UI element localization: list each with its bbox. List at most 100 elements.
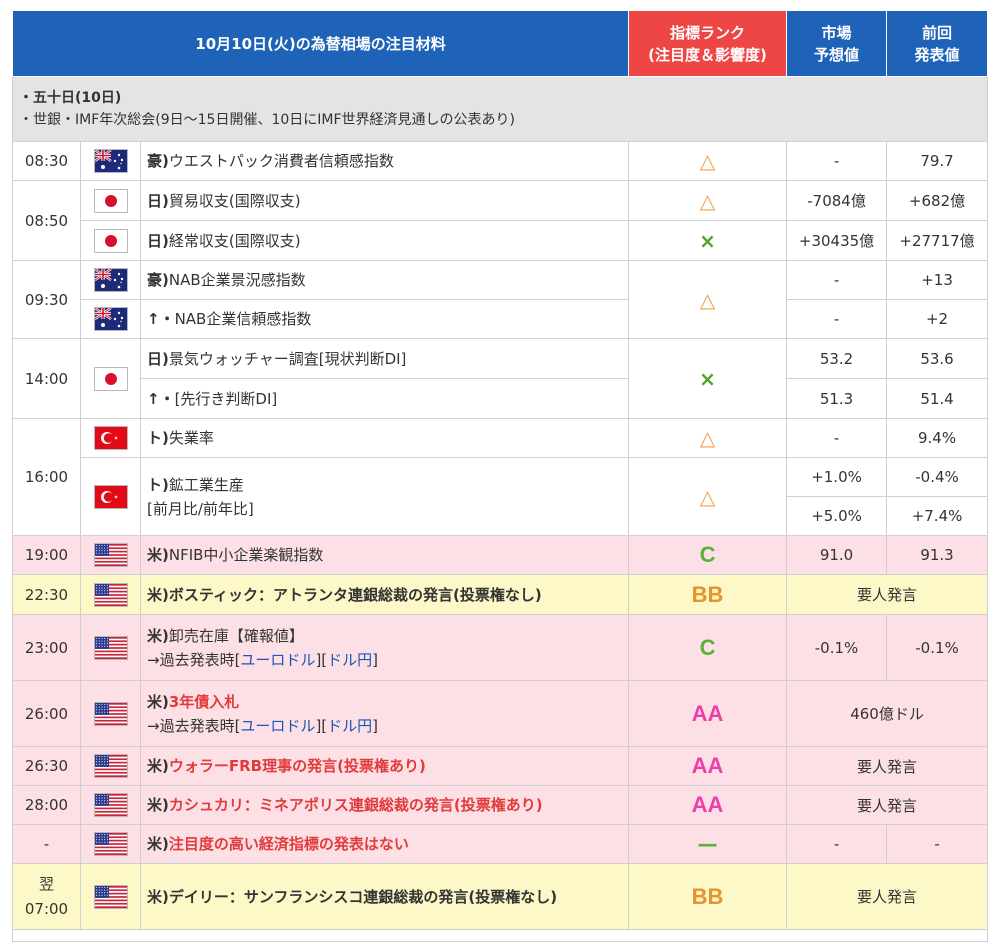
- header-title: 10月10日(火)の為替相場の注目材料: [11, 10, 630, 77]
- link-eurusd[interactable]: ユーロドル: [240, 717, 315, 735]
- table-row: ト)鉱工業生産 [前月比/前年比] △ +1.0% -0.4%: [13, 457, 989, 536]
- usa-flag-icon: [93, 754, 128, 778]
- time-cell: 09:30: [12, 260, 81, 339]
- time-cell: 22:30: [12, 574, 81, 615]
- rank-cell: —: [628, 824, 788, 864]
- time-cell: 翌 07:00: [12, 863, 81, 930]
- previous-cell: -0.4%: [886, 457, 989, 497]
- merged-value-cell: 460億ドル: [786, 680, 989, 747]
- rank-cell: BB: [628, 863, 788, 930]
- table-row: ↑・NAB企業信頼感指数 - +2: [13, 299, 989, 339]
- usa-flag-icon: [93, 793, 128, 817]
- rank-cell: C: [628, 614, 788, 681]
- australia-flag-icon: [93, 307, 128, 331]
- table-row: 23:00 米)卸売在庫【確報値】 →過去発表時[ユーロドル][ドル円] C -0…: [12, 614, 989, 681]
- time-cell: 14:00: [12, 338, 81, 419]
- flag-cell: [80, 680, 141, 747]
- forecast-cell: 91.0: [786, 535, 888, 575]
- table-row: 26:00 米)3年債入札 →過去発表時[ユーロドル][ドル円] AA 460億ド…: [12, 680, 989, 747]
- dash-icon: —: [697, 832, 718, 856]
- rank-cell: △: [628, 180, 788, 221]
- cross-icon: ×: [699, 228, 716, 253]
- link-usdjpy[interactable]: ドル円: [327, 651, 372, 669]
- rank-cell: ×: [628, 220, 788, 261]
- previous-cell: +2: [886, 299, 989, 339]
- forecast-cell: -: [786, 418, 888, 458]
- table-row: 16:00 ト)失業率 △ - 9.4%: [12, 418, 989, 536]
- link-eurusd[interactable]: ユーロドル: [240, 651, 315, 669]
- forecast-cell: -7084億: [786, 180, 888, 221]
- rank-cell: C: [628, 535, 788, 575]
- flag-cell: [80, 260, 141, 300]
- event-cell: 米)ウォラーFRB理事の発言(投票権あり): [139, 746, 630, 786]
- turkey-flag-icon: [93, 484, 128, 509]
- japan-flag-icon: [93, 228, 128, 253]
- usa-flag-icon: [93, 635, 128, 660]
- notice-box: ・五十日(10日) ・世銀・IMF年次総会(9日～15日開催、10日にIMF世界経…: [11, 76, 989, 142]
- event-cell: 米)ボスティック：アトランタ連銀総裁の発言(投票権なし): [139, 574, 630, 615]
- usa-flag-icon: [93, 543, 128, 567]
- forecast-cell: -0.1%: [786, 614, 888, 681]
- table-row: 日)経常収支(国際収支) × +30435億 +27717億: [13, 220, 989, 261]
- header-previous: 前回 発表値: [886, 10, 989, 77]
- merged-value-cell: 要人発言: [786, 746, 989, 786]
- usa-flag-icon: [93, 884, 128, 909]
- australia-flag-icon: [93, 268, 128, 292]
- flag-cell: [80, 535, 141, 575]
- forecast-cell: +5.0%: [786, 496, 888, 536]
- rank-cell: △: [628, 141, 788, 181]
- rank-cell: AA: [628, 785, 788, 825]
- forecast-cell: -: [786, 141, 888, 181]
- merged-value-cell: 要人発言: [786, 785, 989, 825]
- japan-flag-icon: [93, 366, 128, 391]
- event-cell: 米)NFIB中小企業楽観指数: [139, 535, 630, 575]
- flag-cell: [80, 574, 141, 615]
- forecast-cell: 51.3: [786, 378, 888, 419]
- table-bottom-spacer: [11, 929, 989, 942]
- event-cell: ト)失業率: [139, 418, 630, 458]
- table-row: 翌 07:00 米)デイリー：サンフランシスコ連銀総裁の発言(投票権なし) BB …: [12, 863, 989, 930]
- event-cell: ↑・[先行き判断DI]: [139, 378, 630, 419]
- merged-value-cell: 要人発言: [786, 863, 989, 930]
- merged-value-cell: 要人発言: [786, 574, 989, 615]
- time-cell: 08:50: [12, 180, 81, 261]
- time-cell: 16:00: [12, 418, 81, 536]
- event-cell: 米)デイリー：サンフランシスコ連銀総裁の発言(投票権なし): [139, 863, 630, 930]
- time-cell: -: [12, 824, 81, 864]
- flag-cell: [80, 614, 141, 681]
- table-row: 14:00 日)景気ウォッチャー調査[現状判断DI] × 53.2 53.6: [12, 338, 989, 419]
- usa-flag-icon: [93, 582, 128, 607]
- turkey-flag-icon: [93, 426, 128, 450]
- previous-cell: 53.6: [886, 338, 989, 379]
- usa-flag-icon: [93, 832, 128, 856]
- time-cell: 26:30: [12, 746, 81, 786]
- table-row: 08:50 日)貿易収支(国際収支) △ -7084億 +682億: [12, 180, 989, 261]
- flag-cell: [80, 180, 141, 221]
- flag-cell: [80, 746, 141, 786]
- event-cell: ト)鉱工業生産 [前月比/前年比]: [139, 457, 630, 536]
- event-cell: 米)3年債入札 →過去発表時[ユーロドル][ドル円]: [139, 680, 630, 747]
- event-cell: 米)注目度の高い経済指標の発表はない: [139, 824, 630, 864]
- forecast-cell: 53.2: [786, 338, 888, 379]
- cross-icon: ×: [699, 366, 716, 391]
- notice-line-2: ・世銀・IMF年次総会(9日～15日開催、10日にIMF世界経済見通しの公表あり…: [19, 112, 515, 128]
- rank-cell: ×: [628, 338, 788, 419]
- japan-flag-icon: [93, 188, 128, 213]
- link-usdjpy[interactable]: ドル円: [327, 717, 372, 735]
- previous-cell: 9.4%: [886, 418, 989, 458]
- table-row: [11, 929, 989, 942]
- previous-cell: +13: [886, 260, 989, 300]
- time-cell: 23:00: [12, 614, 81, 681]
- rank-cell: △: [628, 418, 788, 458]
- rank-cell: △: [628, 260, 788, 339]
- triangle-icon: △: [699, 287, 716, 312]
- header-rank: 指標ランク (注目度＆影響度): [628, 10, 788, 77]
- forecast-cell: -: [786, 824, 888, 864]
- event-cell: 米)カシュカリ：ミネアポリス連銀総裁の発言(投票権あり): [139, 785, 630, 825]
- australia-flag-icon: [93, 149, 128, 173]
- rank-cell: AA: [628, 680, 788, 747]
- event-cell: 豪)NAB企業景況感指数: [139, 260, 630, 300]
- flag-cell: [80, 418, 141, 458]
- flag-cell: [80, 863, 141, 930]
- previous-cell: +682億: [886, 180, 989, 221]
